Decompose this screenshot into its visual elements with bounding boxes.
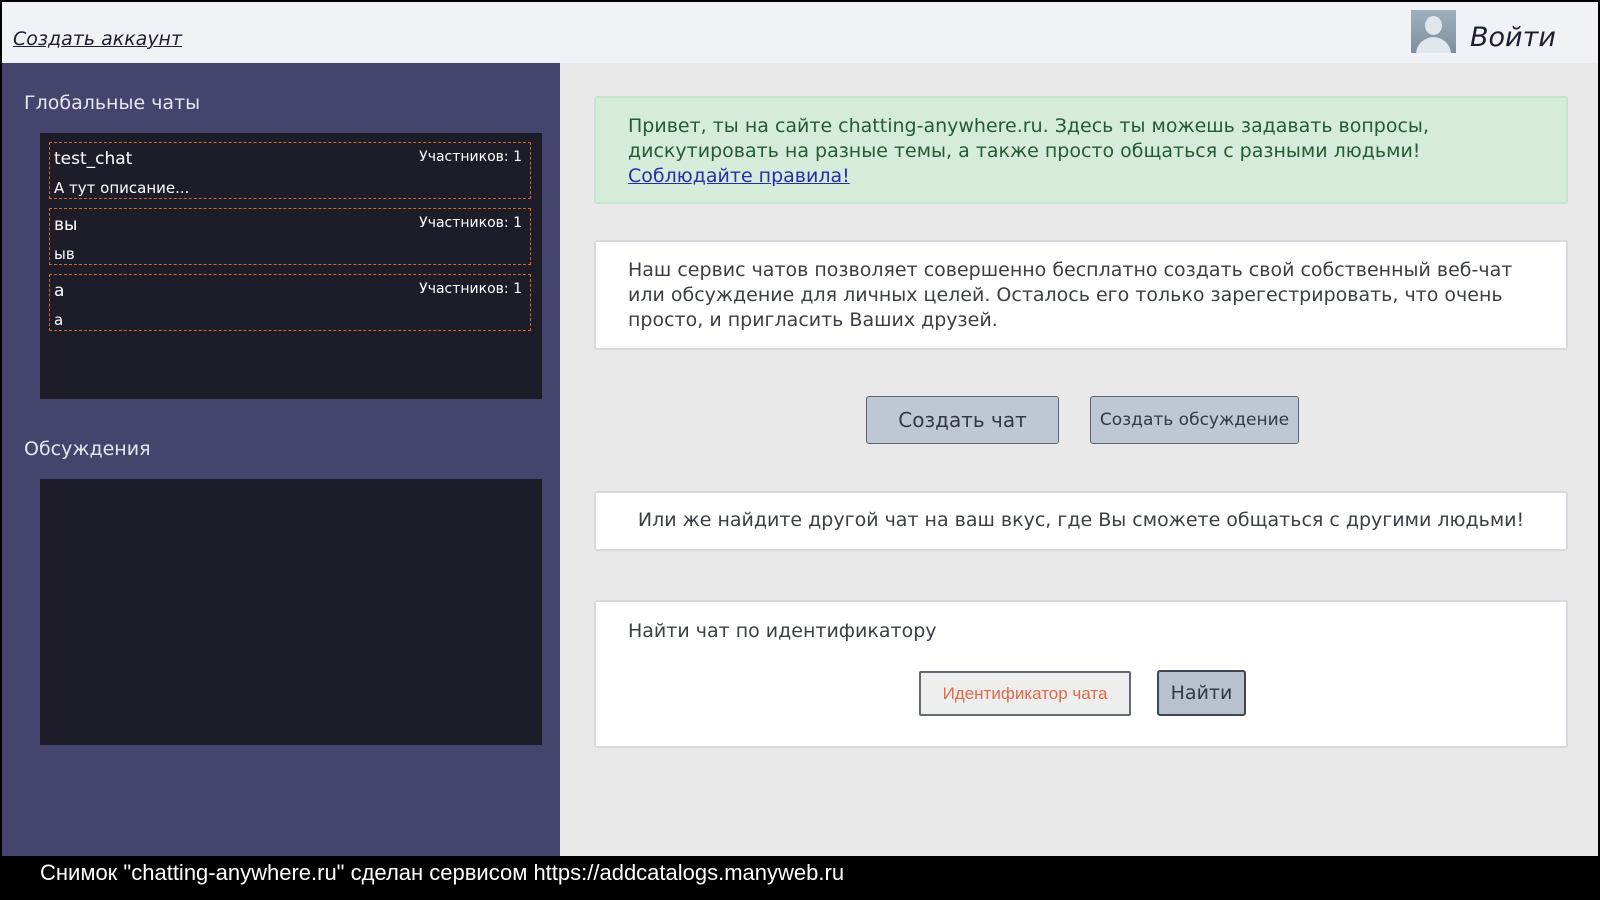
- discussions-title: Обсуждения: [24, 438, 151, 460]
- chat-description: А тут описание...: [54, 179, 190, 197]
- find-by-id-title: Найти чат по идентификатору: [628, 620, 937, 642]
- create-account-link[interactable]: Создать аккаунт: [13, 28, 182, 50]
- global-chats-title: Глобальные чаты: [24, 92, 201, 114]
- service-info-box: Наш сервис чатов позволяет совершенно бе…: [594, 240, 1568, 350]
- user-avatar-icon[interactable]: [1411, 10, 1456, 53]
- header: Создать аккаунт Войти: [2, 2, 1598, 63]
- chat-members-count: Участников: 1: [419, 281, 522, 297]
- create-discussion-button[interactable]: Создать обсуждение: [1090, 396, 1299, 444]
- sidebar: Глобальные чаты test_chat Участников: 1 …: [2, 63, 560, 856]
- login-link[interactable]: Войти: [1470, 22, 1556, 53]
- avatar-body-shape: [1416, 37, 1451, 53]
- chat-name: а: [54, 281, 65, 301]
- chat-members-count: Участников: 1: [419, 149, 522, 165]
- service-info-text: Наш сервис чатов позволяет совершенно бе…: [628, 259, 1513, 331]
- chat-item-vy[interactable]: вы Участников: 1 ыв: [49, 208, 531, 265]
- rules-link[interactable]: Соблюдайте правила!: [628, 165, 850, 187]
- create-chat-button[interactable]: Создать чат: [866, 396, 1059, 444]
- avatar-head-shape: [1425, 16, 1442, 35]
- find-button[interactable]: Найти: [1157, 670, 1246, 716]
- discussions-panel: [40, 479, 542, 745]
- chat-name: test_chat: [54, 149, 133, 169]
- welcome-alert: Привет, ты на сайте chatting-anywhere.ru…: [594, 96, 1568, 204]
- chat-name: вы: [54, 215, 78, 235]
- find-by-id-box: Найти чат по идентификатору: [594, 600, 1568, 748]
- welcome-message: Привет, ты на сайте chatting-anywhere.ru…: [628, 114, 1538, 189]
- welcome-text: Привет, ты на сайте chatting-anywhere.ru…: [628, 115, 1429, 162]
- find-other-text: Или же найдите другой чат на ваш вкус, г…: [637, 509, 1525, 531]
- chat-members-count: Участников: 1: [419, 215, 522, 231]
- page-frame: Создать аккаунт Войти Глобальные чаты te…: [2, 2, 1598, 856]
- chat-description: ыв: [54, 245, 75, 263]
- main-content: Привет, ты на сайте chatting-anywhere.ru…: [560, 63, 1598, 856]
- chat-item-test-chat[interactable]: test_chat Участников: 1 А тут описание..…: [49, 142, 531, 199]
- chat-item-a[interactable]: а Участников: 1 а: [49, 274, 531, 331]
- screenshot-caption: Снимок "chatting-anywhere.ru" сделан сер…: [40, 860, 845, 885]
- find-other-box: Или же найдите другой чат на ваш вкус, г…: [594, 491, 1568, 551]
- chat-description: а: [54, 311, 64, 329]
- chat-id-input[interactable]: [919, 671, 1131, 716]
- global-chats-panel: test_chat Участников: 1 А тут описание..…: [40, 133, 542, 399]
